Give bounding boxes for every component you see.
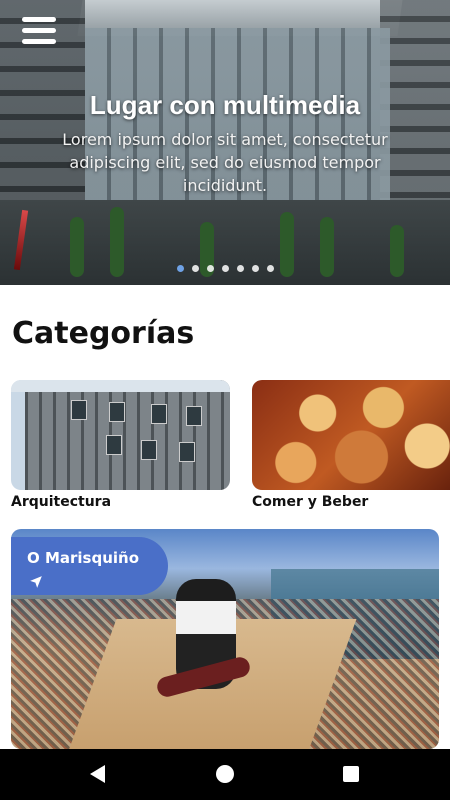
building-window <box>179 442 195 462</box>
hero-title: Lugar con multimedia <box>89 90 361 120</box>
category-label: Arquitectura <box>11 494 112 510</box>
menu-line <box>22 28 56 33</box>
building-window <box>141 440 157 460</box>
building-window <box>71 400 87 420</box>
recent-apps-square-icon <box>343 766 359 782</box>
home-circle-icon <box>216 765 234 783</box>
category-image-sky <box>11 380 230 392</box>
carousel-dot[interactable] <box>191 265 199 272</box>
navigation-arrow-icon <box>30 576 42 588</box>
category-card-arquitectura[interactable]: Arquitectura <box>11 380 230 510</box>
back-triangle-icon <box>90 765 105 783</box>
building-window <box>109 402 125 422</box>
recent-apps-button[interactable] <box>321 749 381 800</box>
carousel-dot[interactable] <box>221 265 229 272</box>
menu-line <box>22 17 56 22</box>
carousel-pagination <box>0 265 450 272</box>
building-window <box>186 406 202 426</box>
carousel-dot[interactable] <box>266 265 274 272</box>
hero-plaza <box>0 200 450 285</box>
carousel-dot-active[interactable] <box>176 265 184 272</box>
hamburger-menu-icon[interactable] <box>22 15 56 47</box>
back-button[interactable] <box>68 749 128 800</box>
hero-description: Lorem ipsum dolor sit amet, consectetur … <box>62 130 388 195</box>
featured-title: O Marisquiño <box>27 549 140 567</box>
featured-place-card[interactable]: O Marisquiño <box>11 529 439 749</box>
carousel-dot[interactable] <box>206 265 214 272</box>
category-card-comer-y-beber[interactable]: Comer y Beber <box>252 380 450 510</box>
menu-line <box>22 39 56 44</box>
system-navigation-bar <box>0 749 450 800</box>
carousel-dot[interactable] <box>251 265 259 272</box>
hero-carousel[interactable]: Lugar con multimedia Lorem ipsum dolor s… <box>0 0 450 285</box>
home-button[interactable] <box>195 749 255 800</box>
category-image-food <box>252 380 450 490</box>
carousel-dot[interactable] <box>236 265 244 272</box>
building-window <box>106 435 122 455</box>
category-image-architecture <box>11 380 230 490</box>
categories-heading: Categorías <box>12 316 195 351</box>
category-label: Comer y Beber <box>252 494 369 510</box>
building-window <box>151 404 167 424</box>
featured-badge[interactable]: O Marisquiño <box>11 537 168 595</box>
